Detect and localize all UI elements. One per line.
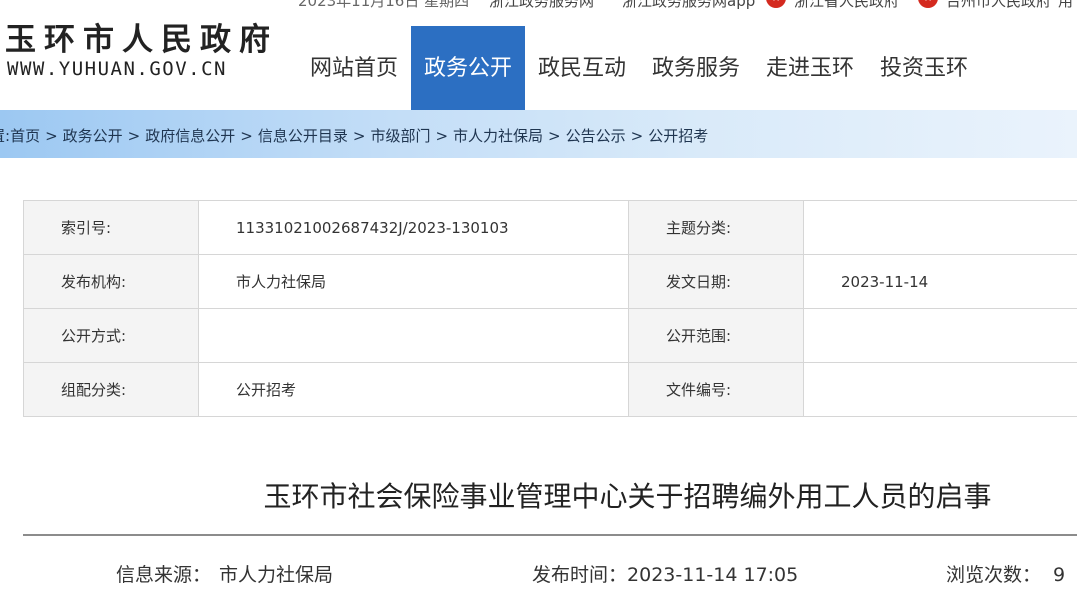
site-logo-url: WWW.YUHUAN.GOV.CN: [7, 58, 227, 80]
nav-interaction[interactable]: 政民互动: [525, 26, 639, 110]
meta-value-disclosure-scope: [803, 308, 1077, 363]
breadcrumb-separator: >: [435, 127, 449, 145]
breadcrumb-separator: >: [45, 127, 58, 145]
breadcrumb-separator: >: [352, 127, 366, 145]
nav-invest-yuhuan[interactable]: 投资玉环: [867, 26, 981, 110]
nav-home[interactable]: 网站首页: [297, 26, 411, 110]
breadcrumb-gov-public[interactable]: 政务公开: [63, 127, 123, 145]
meta-label-disclosure-scope: 公开范围:: [628, 308, 804, 363]
meta-label-category: 组配分类:: [23, 362, 199, 417]
breadcrumb-gov-info-public[interactable]: 政府信息公开: [145, 127, 235, 145]
nav-about-yuhuan[interactable]: 走进玉环: [753, 26, 867, 110]
site-logo-cn[interactable]: 玉环市人民政府: [5, 14, 278, 59]
table-row: 索引号: 11331021002687432J/2023-130103 主题分类…: [23, 200, 1077, 255]
document-meta-table: 索引号: 11331021002687432J/2023-130103 主题分类…: [23, 200, 1077, 417]
nav-gov-service[interactable]: 政务服务: [639, 26, 753, 110]
breadcrumb-separator: >: [240, 127, 253, 145]
meta-value-publisher: 市人力社保局: [198, 254, 629, 309]
meta-value-index-no: 11331021002687432J/2023-130103: [198, 200, 629, 255]
breadcrumb-recruitment[interactable]: 公开招考: [648, 127, 708, 145]
breadcrumb-home[interactable]: 首页: [10, 127, 40, 145]
meta-value-category: 公开招考: [198, 362, 629, 417]
meta-label-publisher: 发布机构:: [23, 254, 199, 309]
article-publish-time: 发布时间：2023-11-14 17:05: [532, 560, 798, 587]
meta-label-doc-number: 文件编号:: [628, 362, 804, 417]
publish-time-value: 2023-11-14 17:05: [627, 564, 799, 586]
link-truncated[interactable]: 用: [1058, 0, 1073, 11]
meta-label-disclosure-method: 公开方式:: [23, 308, 199, 363]
title-divider: [23, 534, 1077, 536]
breadcrumb-prefix: 置:: [0, 127, 11, 145]
top-bar: 2023年11月16日 星期四 浙江政务服务网 浙江政务服务网app ★ 浙江省…: [0, 0, 1077, 12]
article-title: 玉环市社会保险事业管理中心关于招聘编外用工人员的启事: [263, 480, 992, 513]
meta-value-doc-number: [803, 362, 1077, 417]
breadcrumb-band: 置:首页>政务公开>政府信息公开>信息公开目录>市级部门>市人力社保局>公告公示…: [0, 110, 1077, 158]
breadcrumb-notices[interactable]: 公告公示: [566, 127, 626, 145]
table-row: 发布机构: 市人力社保局 发文日期: 2023-11-14: [23, 254, 1077, 309]
main-nav: 网站首页 政务公开 政民互动 政务服务 走进玉环 投资玉环: [297, 26, 981, 110]
emblem-icon: ★: [918, 0, 938, 8]
breadcrumb: 置:首页>政务公开>政府信息公开>信息公开目录>市级部门>市人力社保局>公告公示…: [0, 125, 708, 146]
table-row: 组配分类: 公开招考 文件编号:: [23, 362, 1077, 417]
table-row: 公开方式: 公开范围:: [23, 308, 1077, 363]
link-zj-gov-service-app[interactable]: 浙江政务服务网app: [622, 0, 755, 11]
current-date: 2023年11月16日 星期四: [298, 0, 470, 10]
link-taizhou-gov[interactable]: 台州市人民政府: [946, 0, 1051, 11]
breadcrumb-info-catalog[interactable]: 信息公开目录: [258, 127, 348, 145]
breadcrumb-hr-bureau[interactable]: 市人力社保局: [453, 127, 543, 145]
article-source: 信息来源： 市人力社保局: [116, 560, 333, 587]
publish-time-label: 发布时间：: [532, 564, 628, 586]
breadcrumb-separator: >: [548, 127, 561, 145]
meta-value-issue-date: 2023-11-14: [803, 254, 1077, 309]
meta-value-topic: [803, 200, 1077, 255]
article-views: 浏览次数： 9: [946, 560, 1065, 587]
meta-label-issue-date: 发文日期:: [628, 254, 804, 309]
breadcrumb-separator: >: [127, 127, 141, 145]
link-zj-gov-service[interactable]: 浙江政务服务网: [489, 0, 594, 11]
source-value: 市人力社保局: [219, 564, 334, 586]
views-count: 9: [1053, 564, 1066, 586]
breadcrumb-city-departments[interactable]: 市级部门: [370, 127, 430, 145]
meta-label-index-no: 索引号:: [23, 200, 199, 255]
emblem-icon: ★: [766, 0, 786, 8]
meta-value-disclosure-method: [198, 308, 629, 363]
nav-gov-affairs-public[interactable]: 政务公开: [411, 26, 525, 110]
meta-label-topic: 主题分类:: [628, 200, 804, 255]
views-label: 浏览次数：: [946, 564, 1042, 586]
link-zj-province-gov[interactable]: 浙江省人民政府: [794, 0, 899, 11]
breadcrumb-separator: >: [630, 127, 644, 145]
source-label: 信息来源：: [116, 564, 212, 586]
